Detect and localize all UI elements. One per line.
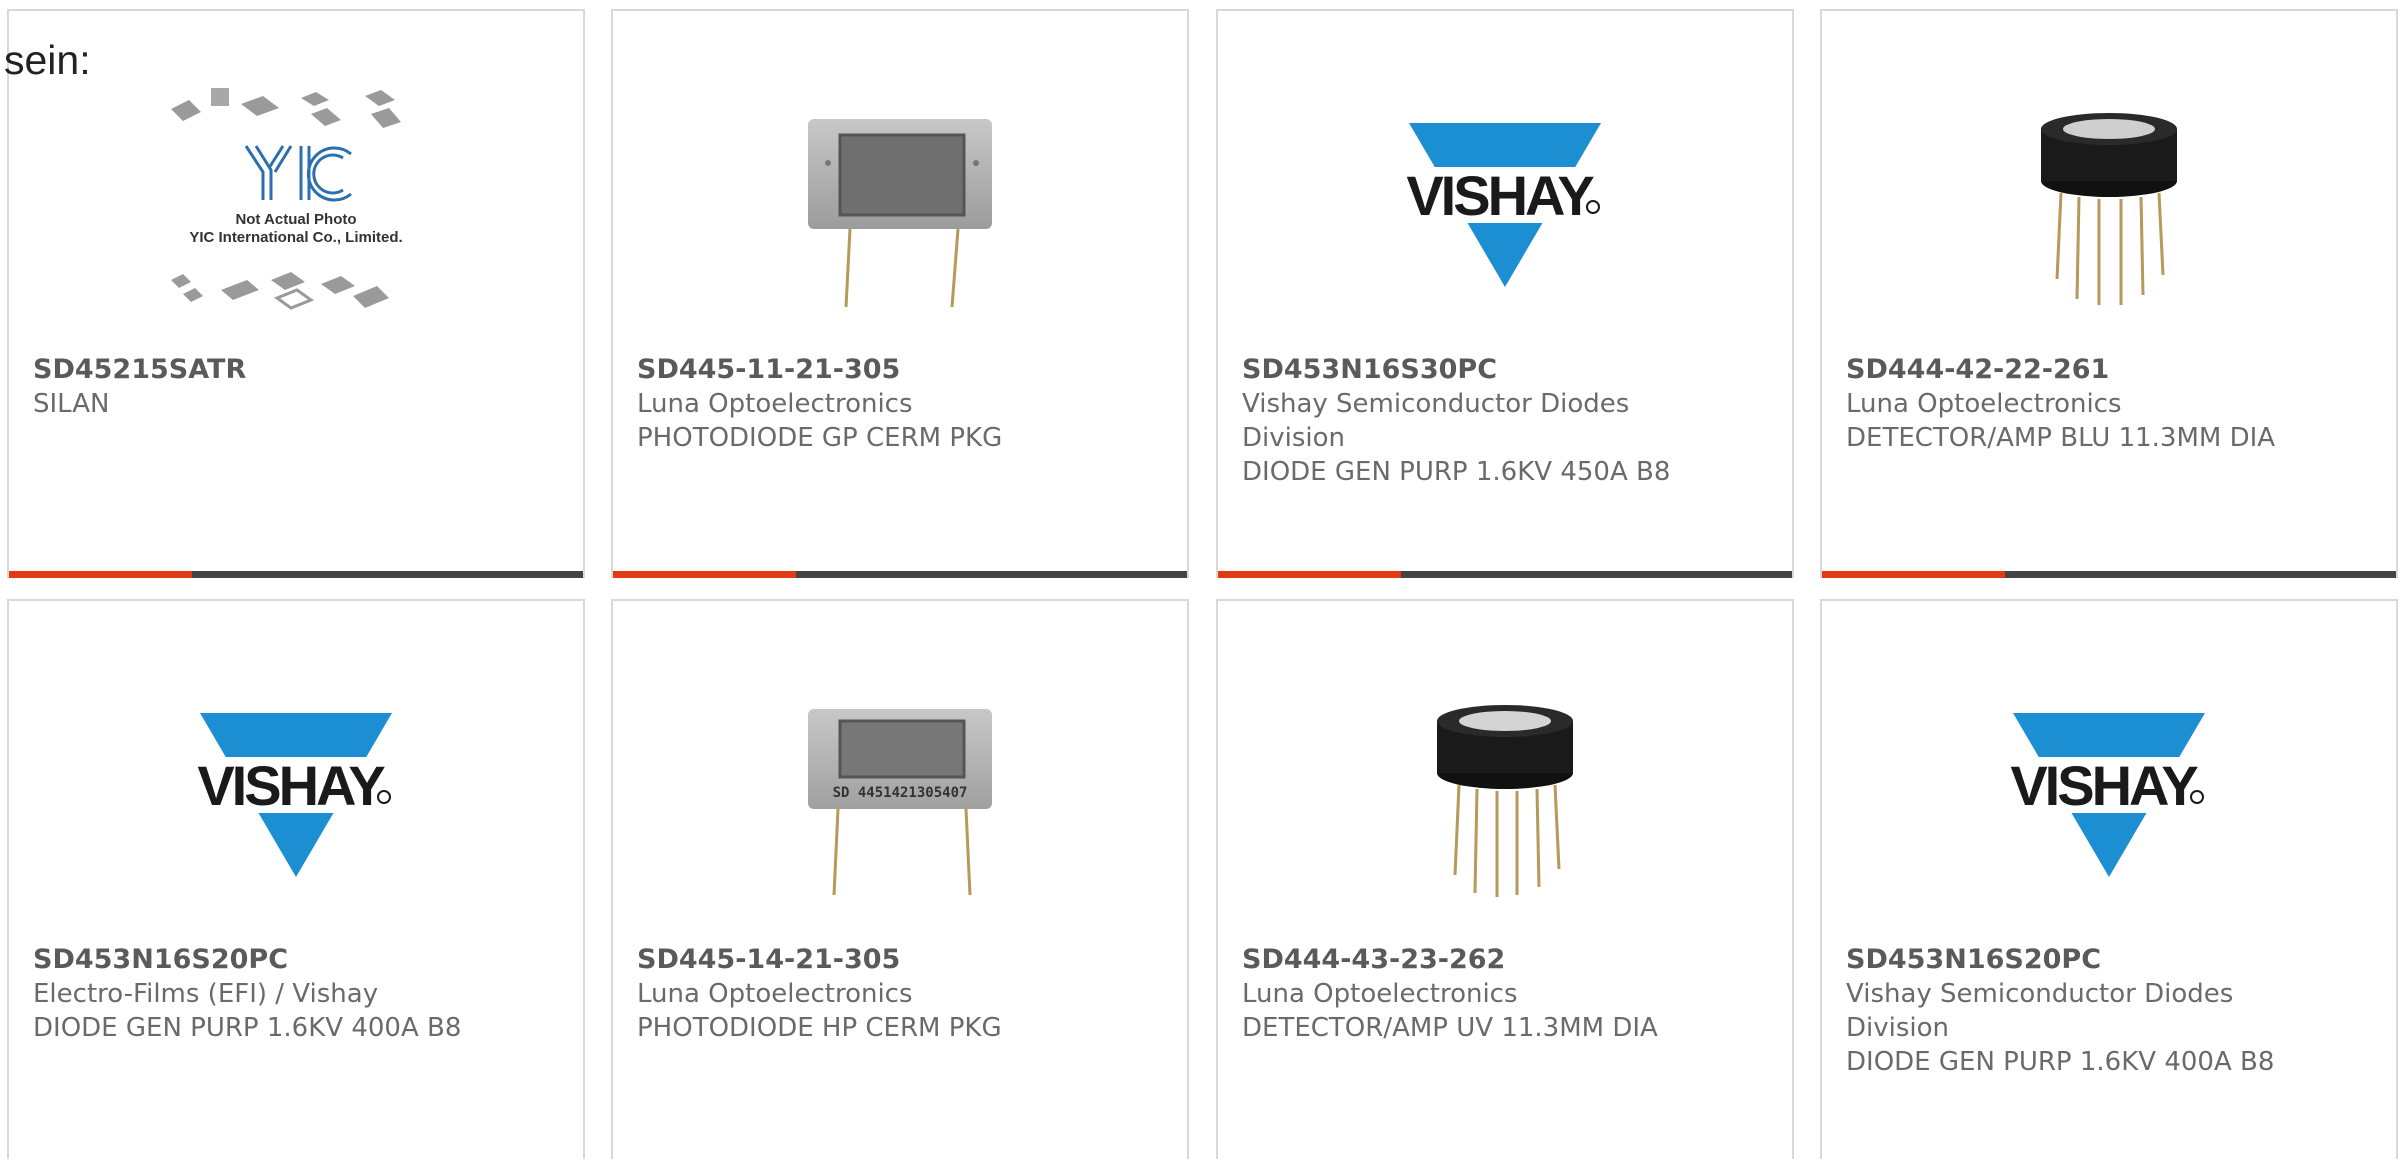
- to-can-detector-image[interactable]: [1822, 66, 2396, 351]
- vishay-logo-text: VISHAY: [197, 754, 385, 817]
- product-card[interactable]: VISHAY SD453N16S30PC Vishay Semiconducto…: [1216, 9, 1794, 578]
- card-accent-bar: [9, 571, 583, 578]
- product-card[interactable]: SD444-43-23-262 Luna Optoelectronics DET…: [1216, 599, 1794, 1159]
- manufacturer: SILAN: [33, 389, 110, 419]
- ceramic-photodiode-image[interactable]: SD 4451421305407: [613, 656, 1187, 941]
- description: PHOTODIODE HP CERM PKG: [637, 1013, 1002, 1043]
- manufacturer: Vishay Semiconductor Diodes: [1846, 979, 2234, 1009]
- description: PHOTODIODE GP CERM PKG: [637, 423, 1003, 453]
- part-number[interactable]: SD445-11-21-305: [637, 353, 1167, 387]
- vishay-logo[interactable]: VISHAY: [1822, 656, 2396, 941]
- manufacturer: Luna Optoelectronics: [637, 389, 913, 419]
- manufacturer: Electro-Films (EFI) / Vishay: [33, 979, 379, 1009]
- placeholder-line2: YIC International Co., Limited.: [189, 229, 402, 246]
- product-card[interactable]: VISHAY SD453N16S20PC Vishay Semiconducto…: [1820, 599, 2398, 1159]
- card-accent-bar: [613, 571, 1187, 578]
- manufacturer: Luna Optoelectronics: [1846, 389, 2122, 419]
- vishay-logo[interactable]: VISHAY: [1218, 66, 1792, 351]
- part-number[interactable]: SD453N16S30PC: [1242, 353, 1772, 387]
- product-info: SD444-43-23-262 Luna Optoelectronics DET…: [1242, 943, 1772, 1045]
- product-info: SD453N16S20PC Vishay Semiconductor Diode…: [1846, 943, 2376, 1079]
- product-card[interactable]: Not Actual Photo YIC International Co., …: [7, 9, 585, 578]
- manufacturer-cont: Division: [1846, 1013, 1950, 1043]
- vishay-logo-text: VISHAY: [1406, 164, 1594, 227]
- vishay-logo[interactable]: VISHAY: [9, 656, 583, 941]
- vishay-logo-text: VISHAY: [2010, 754, 2198, 817]
- product-info: SD453N16S20PC Electro-Films (EFI) / Vish…: [33, 943, 563, 1045]
- placeholder-line1: Not Actual Photo: [235, 211, 356, 228]
- manufacturer-cont: Division: [1242, 423, 1346, 453]
- manufacturer: Luna Optoelectronics: [637, 979, 913, 1009]
- product-info: SD453N16S30PC Vishay Semiconductor Diode…: [1242, 353, 1772, 489]
- part-number[interactable]: SD444-43-23-262: [1242, 943, 1772, 977]
- description: DIODE GEN PURP 1.6KV 450A B8: [1242, 457, 1671, 487]
- yic-placeholder-image[interactable]: Not Actual Photo YIC International Co., …: [9, 66, 583, 351]
- description: DIODE GEN PURP 1.6KV 400A B8: [33, 1013, 462, 1043]
- part-number[interactable]: SD453N16S20PC: [1846, 943, 2376, 977]
- page-label: sein:: [4, 37, 91, 83]
- description: DETECTOR/AMP BLU 11.3MM DIA: [1846, 423, 2276, 453]
- part-number[interactable]: SD445-14-21-305: [637, 943, 1167, 977]
- description: DETECTOR/AMP UV 11.3MM DIA: [1242, 1013, 1658, 1043]
- part-number[interactable]: SD453N16S20PC: [33, 943, 563, 977]
- card-accent-bar: [1822, 571, 2396, 578]
- product-info: SD445-11-21-305 Luna Optoelectronics PHO…: [637, 353, 1167, 455]
- product-info: SD45215SATR SILAN: [33, 353, 563, 421]
- to-can-detector-image[interactable]: [1218, 656, 1792, 941]
- manufacturer: Luna Optoelectronics: [1242, 979, 1518, 1009]
- product-card[interactable]: SD 4451421305407 SD445-14-21-305 Luna Op…: [611, 599, 1189, 1159]
- ceramic-photodiode-image[interactable]: [613, 66, 1187, 351]
- product-info: SD444-42-22-261 Luna Optoelectronics DET…: [1846, 353, 2376, 455]
- manufacturer: Vishay Semiconductor Diodes: [1242, 389, 1630, 419]
- product-grid: Not Actual Photo YIC International Co., …: [0, 0, 2400, 1159]
- product-card[interactable]: VISHAY SD453N16S20PC Electro-Films (EFI)…: [7, 599, 585, 1159]
- product-card[interactable]: SD444-42-22-261 Luna Optoelectronics DET…: [1820, 9, 2398, 578]
- package-marking: SD 4451421305407: [833, 785, 968, 801]
- card-accent-bar: [1218, 571, 1792, 578]
- product-info: SD445-14-21-305 Luna Optoelectronics PHO…: [637, 943, 1167, 1045]
- part-number[interactable]: SD444-42-22-261: [1846, 353, 2376, 387]
- part-number[interactable]: SD45215SATR: [33, 353, 563, 387]
- description: DIODE GEN PURP 1.6KV 400A B8: [1846, 1047, 2275, 1077]
- product-card[interactable]: SD445-11-21-305 Luna Optoelectronics PHO…: [611, 9, 1189, 578]
